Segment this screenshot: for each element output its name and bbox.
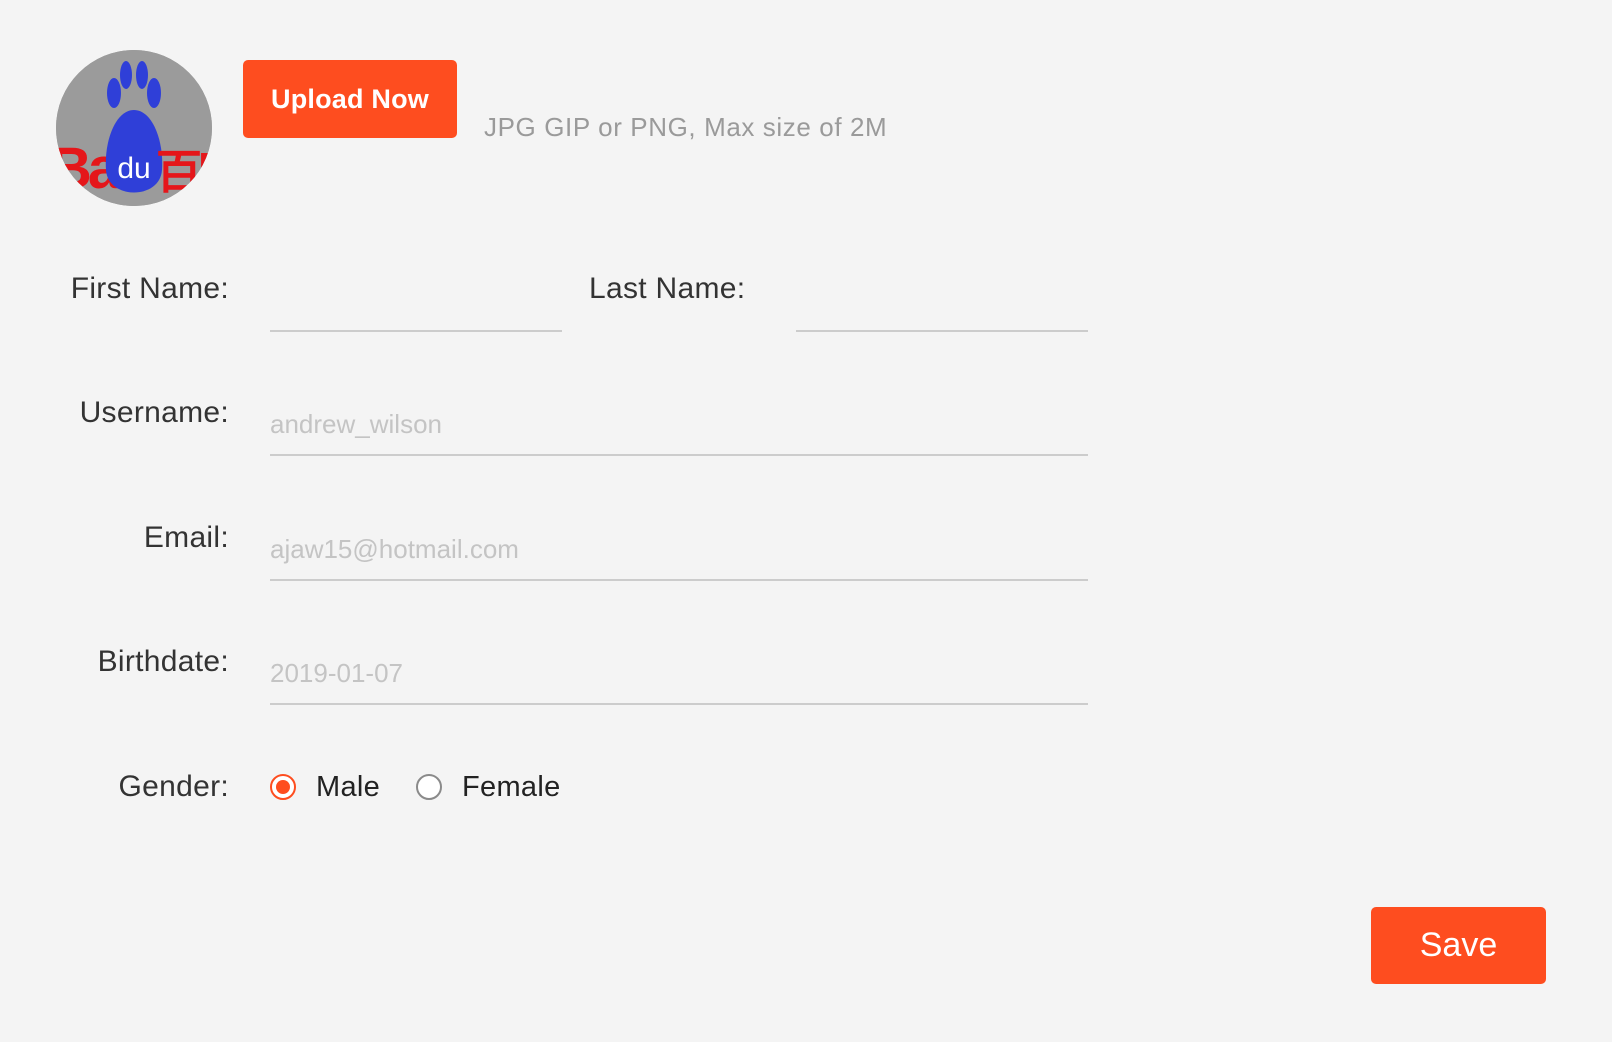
avatar[interactable]: Bai du 百度 (56, 50, 212, 206)
upload-hint-text: JPG GIP or PNG, Max size of 2M (484, 112, 888, 142)
birthdate-field-container (270, 643, 1088, 705)
first-name-label: First Name: (70, 272, 229, 305)
last-name-input[interactable] (796, 282, 1088, 318)
last-name-label: Last Name: (589, 272, 746, 305)
username-label: Username: (79, 396, 229, 429)
gender-radio-male[interactable]: Male (270, 771, 380, 803)
radio-unchecked-icon[interactable] (416, 774, 442, 800)
birthdate-label: Birthdate: (97, 645, 229, 678)
email-label: Email: (143, 521, 229, 554)
gender-option-label: Male (316, 770, 381, 803)
email-field-container (270, 519, 1088, 581)
gender-radio-female[interactable]: Female (416, 771, 561, 803)
last-name-field-container (796, 270, 1088, 332)
save-button[interactable]: Save (1371, 907, 1546, 984)
radio-checked-icon[interactable] (270, 774, 296, 800)
email-input[interactable] (270, 531, 1088, 567)
svg-text:百度: 百度 (156, 145, 212, 199)
gender-option-label: Female (462, 770, 561, 803)
birthdate-input[interactable] (270, 655, 1088, 691)
first-name-field-container (270, 270, 562, 332)
baidu-logo-icon: Bai du 百度 (56, 50, 212, 206)
gender-label: Gender: (118, 770, 229, 803)
upload-now-button[interactable]: Upload Now (243, 60, 457, 138)
username-field-container (270, 394, 1088, 456)
svg-text:du: du (117, 152, 150, 185)
first-name-input[interactable] (270, 282, 562, 318)
username-input[interactable] (270, 406, 1088, 442)
